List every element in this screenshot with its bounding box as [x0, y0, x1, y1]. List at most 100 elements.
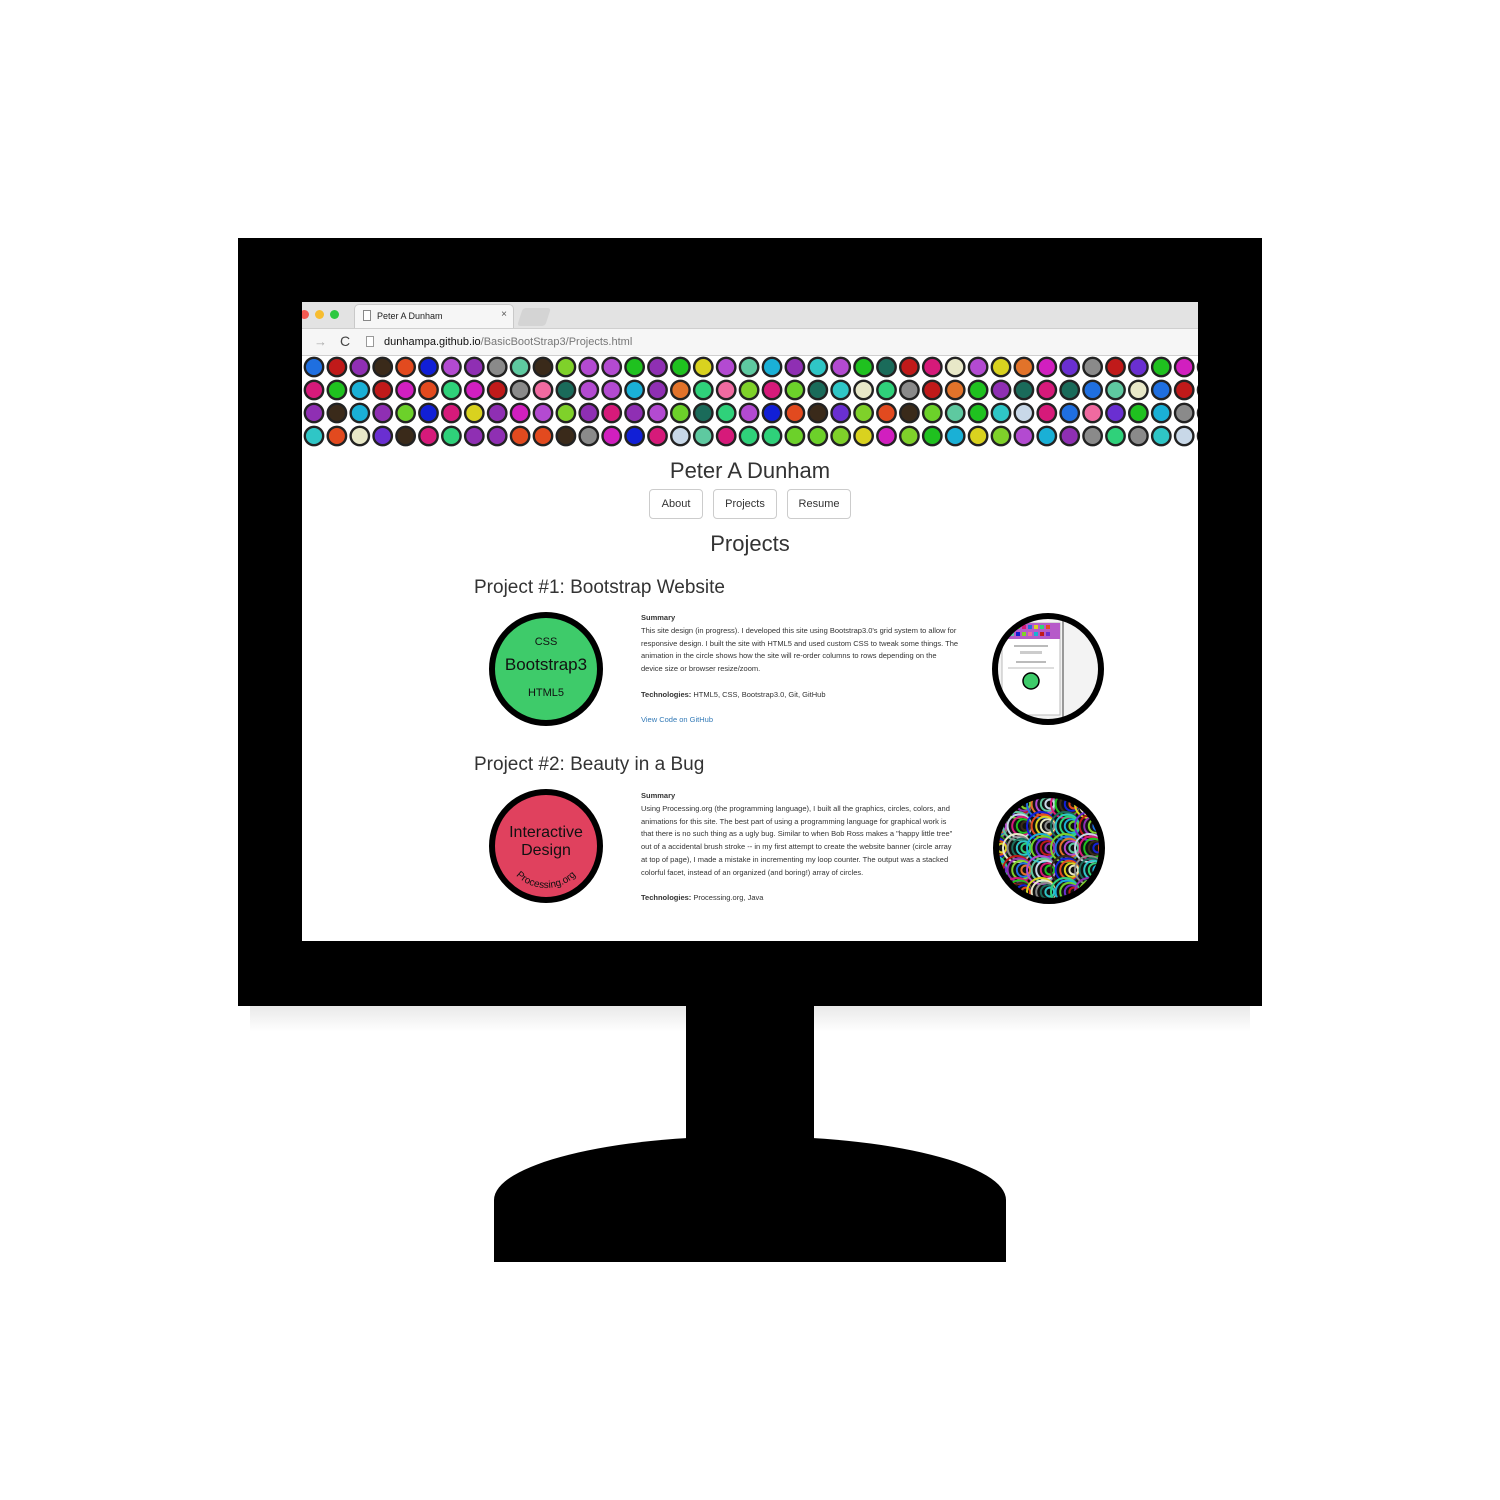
circle-array-banner [302, 356, 1198, 448]
nav-projects-button[interactable]: Projects [713, 489, 777, 519]
banner-dot [967, 379, 989, 401]
banner-dot [1013, 379, 1035, 401]
banner-dot [1059, 425, 1081, 447]
technologies-value: Processing.org, Java [693, 893, 764, 903]
banner-dot [624, 425, 645, 447]
banner-dot [1128, 379, 1149, 401]
badge-design-text: Design [521, 842, 571, 859]
technologies-label: Technologies: [641, 689, 692, 699]
banner-dot [784, 356, 806, 378]
banner-dot [418, 402, 439, 424]
banner-dot [876, 402, 897, 424]
banner-dot [944, 379, 966, 401]
banner-dot [1036, 379, 1058, 401]
banner-dot [555, 356, 577, 378]
site-title: Peter A Dunham [669, 458, 831, 483]
banner-dot [349, 379, 371, 401]
bug-facet-ring [997, 879, 1008, 900]
banner-dot [440, 402, 462, 424]
bug-facet-ring [997, 884, 1008, 900]
banner-dot [555, 379, 577, 401]
banner-dot [761, 356, 783, 378]
new-tab-button[interactable] [517, 308, 551, 326]
summary-text: This site design (in progress). I develo… [641, 625, 959, 674]
badge-interactive-text: Interactive [509, 824, 583, 841]
banner-dot [944, 402, 966, 424]
banner-dot [715, 379, 737, 401]
banner-dot [1173, 425, 1195, 447]
bug-facet-ring [1098, 796, 1101, 819]
project-2-badge: Interactive Design Processing.org [489, 789, 603, 903]
banner-dot [899, 402, 920, 424]
summary-label: Summary [641, 613, 676, 622]
banner-dot [761, 425, 783, 447]
technologies-line: Technologies: Processing.org, Java [641, 892, 959, 905]
banner-dot [349, 356, 371, 378]
banner-dot [372, 425, 394, 447]
banner-dot [1036, 402, 1058, 424]
maximize-window-button[interactable] [330, 310, 339, 319]
banner-dot [876, 425, 897, 447]
banner-dot [647, 379, 668, 401]
banner-dot [624, 402, 645, 424]
banner-dot [921, 356, 943, 378]
banner-dot [486, 402, 508, 424]
banner-dot [326, 425, 348, 447]
banner-dot [509, 379, 531, 401]
banner-dot [899, 356, 920, 378]
close-window-button[interactable] [302, 310, 309, 319]
banner-dot [486, 425, 508, 447]
banner-dot [715, 402, 737, 424]
project-1-screenshot-thumbnail [992, 613, 1104, 725]
banner-dot [1105, 425, 1126, 447]
banner-dot [1150, 379, 1172, 401]
banner-dot [578, 379, 600, 401]
section-heading: Projects [710, 531, 790, 556]
forward-arrow-icon[interactable]: → [314, 334, 327, 349]
banner-dot [921, 425, 943, 447]
nav-about-button[interactable]: About [649, 489, 703, 519]
banner-dot [395, 356, 417, 378]
close-tab-icon[interactable]: × [501, 309, 507, 320]
banner-dot [853, 402, 874, 424]
technologies-label: Technologies: [641, 893, 692, 903]
banner-dot [692, 356, 714, 378]
banner-dot [784, 402, 806, 424]
banner-dot [738, 402, 760, 424]
github-link[interactable]: View Code on GitHub [641, 714, 959, 727]
minimize-window-button[interactable] [315, 310, 324, 319]
banner-dot [303, 356, 325, 378]
badge-css-text: CSS [535, 636, 558, 648]
banner-dot [1128, 402, 1149, 424]
banner-dot [463, 425, 485, 447]
project-2-bug-artwork [993, 792, 1105, 904]
banner-dot [967, 425, 989, 447]
banner-dot [899, 379, 920, 401]
banner-dot [1128, 356, 1149, 378]
address-bar[interactable]: dunhampa.github.io/BasicBootStrap3/Proje… [384, 336, 632, 348]
bug-facet-ring [997, 798, 1008, 810]
monitor-stand-base [494, 1136, 1006, 1262]
banner-dot [830, 402, 852, 424]
project-1-title: Project #1: Bootstrap Website [474, 577, 725, 598]
banner-dot [601, 379, 623, 401]
banner-dot [899, 425, 920, 447]
banner-dot [1082, 402, 1103, 424]
banner-dot [876, 379, 897, 401]
banner-dot [647, 402, 668, 424]
document-icon [363, 310, 371, 321]
banner-dot [395, 425, 417, 447]
banner-dot [807, 425, 829, 447]
banner-dot [601, 425, 623, 447]
banner-dot [463, 379, 485, 401]
banner-dot [578, 425, 600, 447]
url-path: /BasicBootStrap3/Projects.html [480, 336, 633, 348]
page-icon [366, 336, 374, 347]
browser-tab[interactable]: Peter A Dunham × [354, 304, 514, 328]
bug-facet-ring [997, 886, 1008, 898]
nav-resume-button[interactable]: Resume [787, 489, 851, 519]
banner-dot [418, 379, 439, 401]
banner-dot [555, 402, 577, 424]
banner-dot [372, 402, 394, 424]
reload-icon[interactable]: C [340, 333, 350, 349]
